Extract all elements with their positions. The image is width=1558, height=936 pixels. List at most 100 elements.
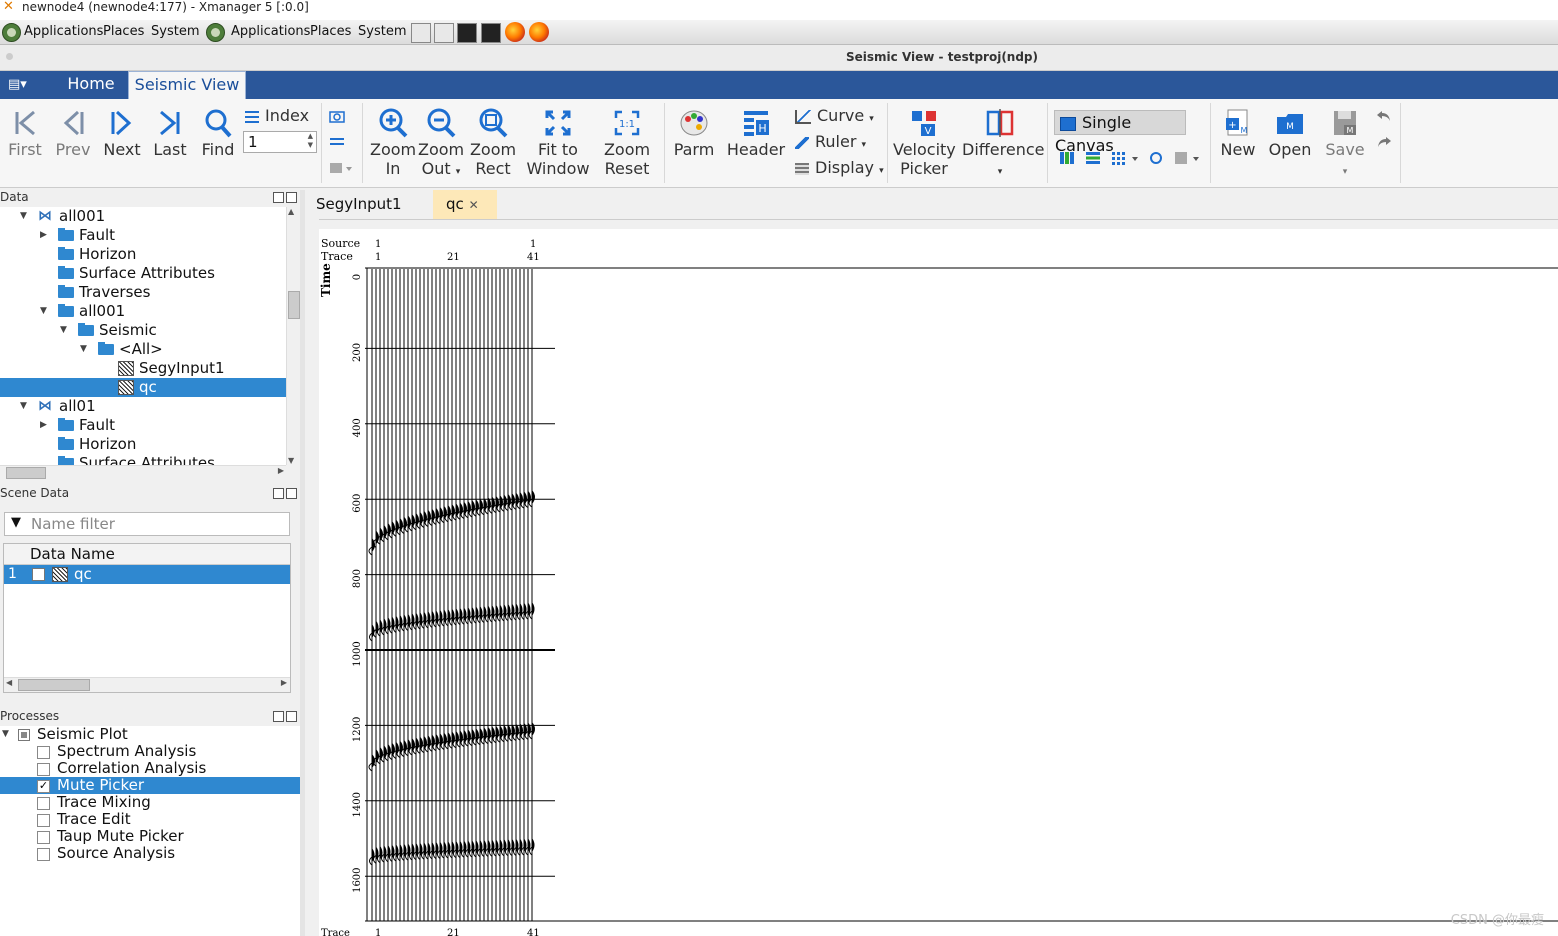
process-checkbox[interactable] [37,814,50,827]
spin-arrows-icon[interactable]: ▲ ▼ [308,132,313,150]
next-button[interactable]: Next [102,108,142,159]
process-item[interactable]: Trace Mixing [0,794,300,811]
open-button[interactable]: M Open [1266,108,1314,159]
float-icon[interactable] [273,192,284,203]
undo-icon[interactable] [1376,109,1392,123]
ruler-button[interactable]: Ruler ▾ [795,132,866,151]
layout-rows-icon[interactable] [1085,151,1101,165]
tree-item-all[interactable]: ▼ <All> [0,340,286,359]
terminal-icon[interactable] [457,23,477,43]
single-canvas-button[interactable]: Single Canvas [1054,110,1186,155]
parm-button[interactable]: Parm [672,108,716,159]
difference-button[interactable]: Difference ▾ [962,108,1044,182]
header-button[interactable]: H Header [726,108,786,159]
process-item[interactable]: Spectrum Analysis [0,743,300,760]
tile-options-icon[interactable] [1174,151,1202,165]
tree-item-all001-folder[interactable]: ▼ all001 [0,302,286,321]
tree-item-segyinput1[interactable]: SegyInput1 [0,359,286,378]
tab-seismic-view[interactable]: Seismic View [128,71,246,99]
process-item[interactable]: ✓ Mute Picker [0,777,300,794]
close-icon[interactable] [286,711,297,722]
float-icon[interactable] [273,488,284,499]
data-tree-vscrollbar[interactable]: ▲ ▼ [286,207,300,465]
menu-applications[interactable]: Applications [231,24,310,39]
tab-home[interactable]: Home [56,71,126,99]
tree-item-all001[interactable]: ▼ ⋈ all001 [0,207,286,226]
layout-columns-icon[interactable] [1059,151,1075,165]
menu-system[interactable]: System [358,24,406,39]
save-button[interactable]: M Save ▾ [1322,108,1368,182]
tristate-checkbox[interactable] [18,729,30,741]
new-button[interactable]: + M New [1216,108,1260,159]
gnome-foot-icon[interactable] [2,23,21,42]
process-checkbox[interactable] [37,848,50,861]
first-button[interactable]: First [5,108,45,159]
table-row[interactable]: 1 qc [4,565,290,584]
app-menu-button[interactable]: ▤▾ [8,77,27,92]
zoom-out-button[interactable]: Zoom Out ▾ [418,108,464,182]
curve-button[interactable]: Curve ▾ [795,106,874,125]
process-checkbox[interactable] [37,763,50,776]
process-item[interactable]: Source Analysis [0,845,300,862]
tree-item-seismic-plot[interactable]: ▼ Seismic Plot [0,726,300,743]
seismic-plot[interactable]: Source Trace 1 1 1 21 41 Time 0 200 400 600… [319,229,1558,936]
tree-item-qc[interactable]: qc [0,378,286,397]
firefox-icon[interactable] [529,22,549,42]
display-button[interactable]: Display ▾ [795,158,884,177]
tree-item-fault[interactable]: ▶ Fault [0,226,286,245]
tree-item-all01[interactable]: ▼ ⋈ all01 [0,397,286,416]
process-item[interactable]: Correlation Analysis [0,760,300,777]
process-item[interactable]: Taup Mute Picker [0,828,300,845]
launcher-icon[interactable] [411,23,431,43]
scroll-thumb[interactable] [18,679,90,691]
zoom-in-button[interactable]: Zoom In [370,108,416,178]
tree-item-horizon[interactable]: Horizon [0,435,286,454]
prev-button[interactable]: Prev [53,108,93,159]
row-checkbox[interactable] [32,568,45,581]
float-icon[interactable] [273,711,284,722]
terminal-icon[interactable] [481,23,501,43]
find-button[interactable]: Find [198,108,238,159]
tab-segyinput1[interactable]: SegyInput1 [305,190,431,219]
name-filter-input[interactable]: ▼ Name filter [4,512,290,536]
process-checkbox[interactable] [37,746,50,759]
process-item[interactable]: Trace Edit [0,811,300,828]
velocity-picker-button[interactable]: V Velocity Picker [893,108,956,178]
process-checkbox[interactable]: ✓ [37,780,50,793]
tree-item-fault[interactable]: ▶ Fault [0,416,286,435]
color-scale-icon[interactable] [329,161,353,175]
firefox-icon[interactable] [505,22,525,42]
tree-item-seismic[interactable]: ▼ Seismic [0,321,286,340]
gnome-foot-icon[interactable] [206,23,225,42]
index-spinbox[interactable]: 1 ▲ ▼ [243,131,317,153]
tree-item-horizon[interactable]: Horizon [0,245,286,264]
scene-hscrollbar[interactable]: ◀ ▶ [4,677,290,692]
close-tab-icon[interactable]: ✕ [469,198,479,212]
zoom-rect-button[interactable]: Zoom Rect [469,108,517,178]
camera-icon[interactable] [329,109,345,123]
tree-item-surface-attributes[interactable]: Surface Attributes [0,454,286,465]
wiggle-icon[interactable] [329,136,345,148]
menu-places[interactable]: Places [310,24,351,39]
close-icon[interactable] [286,192,297,203]
close-icon[interactable] [286,488,297,499]
tree-item-traverses[interactable]: Traverses [0,283,286,302]
zoom-reset-button[interactable]: 1:1 Zoom Reset [600,108,654,178]
process-checkbox[interactable] [37,797,50,810]
menu-system[interactable]: System [151,24,199,39]
tab-qc[interactable]: qc ✕ [433,190,497,219]
last-button[interactable]: Last [150,108,190,159]
column-header-data-name[interactable]: Data Name [30,545,115,563]
menu-places[interactable]: Places [103,24,144,39]
fit-to-window-button[interactable]: Fit to Window [526,108,590,178]
seismic-canvas[interactable]: Source Trace 1 1 1 21 41 Time 0 200 400 600… [319,229,1558,936]
process-checkbox[interactable] [37,831,50,844]
redo-icon[interactable] [1376,135,1392,149]
launcher-icon[interactable] [434,23,454,43]
scroll-thumb[interactable] [288,291,300,319]
menu-applications[interactable]: Applications [24,24,103,39]
data-tree-hscrollbar[interactable]: ▶ [0,465,286,480]
scroll-thumb[interactable] [6,467,46,479]
sync-icon[interactable] [1148,151,1164,165]
layout-grid-icon[interactable] [1111,151,1139,165]
